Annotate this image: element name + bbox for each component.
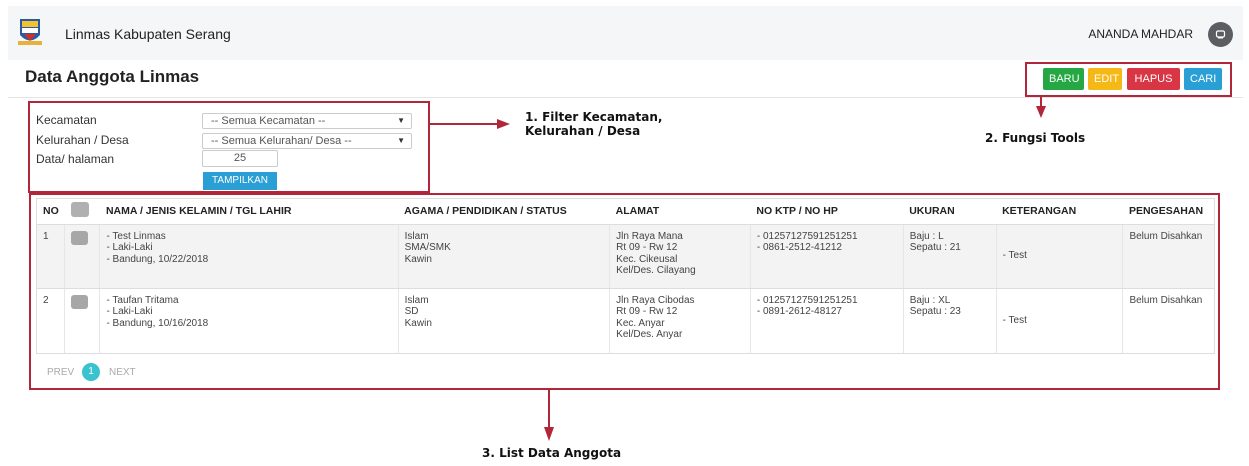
alamat-line: Kel/Des. Anyar — [616, 329, 683, 340]
cell-agama: Islam SMA/SMK Kawin — [398, 224, 611, 289]
ukuran-sepatu: Sepatu : 23 — [909, 306, 961, 317]
nama: - Taufan Tritama — [106, 294, 179, 306]
col-header-alamat[interactable]: ALAMAT — [609, 199, 751, 225]
select-all-cell — [64, 199, 100, 225]
cell-ktp: - 01257127591251251 - 0891-2612-48127 — [750, 288, 904, 353]
nama: - Test Linmas — [106, 230, 166, 242]
cell-agama: Islam SD Kawin — [398, 288, 611, 353]
row-checkbox[interactable] — [71, 294, 89, 309]
cell-pengesahan: Belum Disahkan — [1129, 294, 1203, 306]
pendidikan: SD — [404, 306, 419, 317]
no-hp: - 0891-2612-48127 — [756, 306, 842, 317]
cell-nama: - Test Linmas - Laki-Laki - Bandung, 10/… — [99, 224, 399, 289]
table-row[interactable]: 1 - Test Linmas - Laki-Laki - Bandung, 1… — [37, 224, 1214, 289]
filter-annotation-line1: 1. Filter Kecamatan, — [525, 110, 663, 124]
ukuran-sepatu: Sepatu : 21 — [909, 242, 961, 253]
cell-ukuran: Baju : L Sepatu : 21 — [903, 224, 997, 289]
col-header-nama[interactable]: NAMA / JENIS KELAMIN / TGL LAHIR — [99, 199, 399, 225]
next-page-link[interactable]: NEXT — [109, 367, 136, 378]
pendidikan: SMA/SMK — [404, 242, 451, 253]
no-ktp: - 01257127591251251 — [756, 230, 858, 242]
alamat-line: Rt 09 - Rw 12 — [616, 242, 678, 253]
alamat-line: Rt 09 - Rw 12 — [616, 306, 678, 317]
cell-keterangan: - Test — [996, 224, 1124, 289]
alamat-line: Kel/Des. Cilayang — [616, 265, 696, 276]
cell-ktp: - 01257127591251251 - 0861-2512-41212 — [750, 224, 904, 289]
cell-select — [64, 224, 101, 289]
ukuran-baju: Baju : XL — [909, 294, 951, 306]
status: Kawin — [404, 253, 432, 265]
alamat-line: Jln Raya Mana — [616, 230, 683, 242]
page-1-button[interactable]: 1 — [82, 363, 100, 381]
cell-ukuran: Baju : XL Sepatu : 23 — [903, 288, 997, 353]
prev-page-link[interactable]: PREV — [47, 367, 74, 378]
col-header-ktp[interactable]: NO KTP / NO HP — [750, 199, 904, 225]
col-header-keterangan[interactable]: KETERANGAN — [996, 199, 1123, 225]
cell-select — [64, 288, 101, 353]
cell-pengesahan: Belum Disahkan — [1122, 224, 1214, 289]
tgl-lahir: - Bandung, 10/16/2018 — [106, 317, 209, 329]
jenis-kelamin: - Laki-Laki — [106, 242, 153, 253]
cell-alamat: Jln Raya Cibodas Rt 09 - Rw 12 Kec. Anya… — [609, 288, 751, 353]
table-row[interactable]: 2 - Taufan Tritama - Laki-Laki - Bandung… — [37, 288, 1214, 353]
no-ktp: - 01257127591251251 — [756, 294, 858, 306]
agama: Islam — [404, 294, 429, 306]
col-header-ukuran[interactable]: UKURAN — [903, 199, 997, 225]
list-annotation: 3. List Data Anggota — [482, 446, 622, 460]
tools-annotation: 2. Fungsi Tools — [985, 131, 1086, 145]
select-all-checkbox[interactable] — [70, 202, 89, 218]
jenis-kelamin: - Laki-Laki — [106, 306, 153, 317]
table-header-row: NO NAMA / JENIS KELAMIN / TGL LAHIR AGAM… — [37, 199, 1214, 225]
cell-alamat: Jln Raya Mana Rt 09 - Rw 12 Kec. Cikeusa… — [609, 224, 751, 289]
col-header-pengesahan[interactable]: PENGESAHAN — [1122, 199, 1214, 225]
cell-no: 1 — [37, 224, 66, 289]
anggota-table: NO NAMA / JENIS KELAMIN / TGL LAHIR AGAM… — [36, 198, 1215, 354]
ukuran-baju: Baju : L — [909, 230, 944, 242]
col-header-agama[interactable]: AGAMA / PENDIDIKAN / STATUS — [398, 199, 610, 225]
cell-nama: - Taufan Tritama - Laki-Laki - Bandung, … — [99, 288, 399, 353]
filter-annotation-line2: Kelurahan / Desa — [525, 124, 641, 138]
alamat-line: Kec. Cikeusal — [616, 253, 678, 265]
cell-no: 2 — [37, 288, 66, 353]
status: Kawin — [404, 317, 432, 329]
pagination: PREV 1 NEXT — [47, 363, 136, 381]
tgl-lahir: - Bandung, 10/22/2018 — [106, 253, 209, 265]
alamat-line: Jln Raya Cibodas — [616, 294, 695, 306]
col-header-no[interactable]: NO — [37, 199, 65, 225]
alamat-line: Kec. Anyar — [616, 317, 665, 329]
row-checkbox[interactable] — [71, 230, 89, 245]
no-hp: - 0861-2512-41212 — [756, 242, 842, 253]
agama: Islam — [404, 230, 429, 242]
cell-keterangan: - Test — [996, 288, 1124, 353]
